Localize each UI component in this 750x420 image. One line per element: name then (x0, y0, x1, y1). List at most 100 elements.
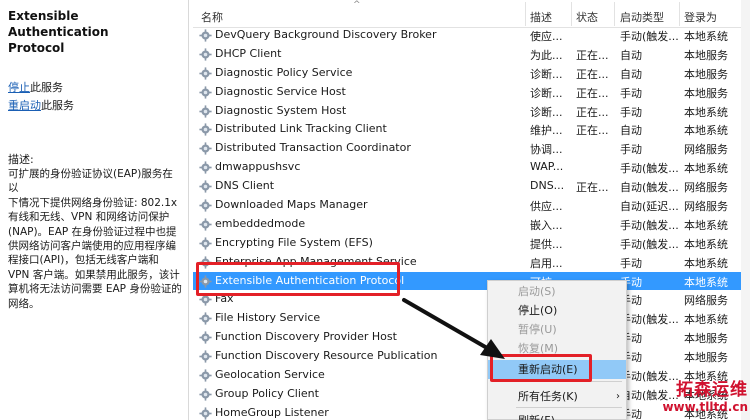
restart-service-link[interactable]: 重启动 (8, 99, 41, 112)
service-gear-icon (199, 29, 212, 42)
description-line: 供网络访问客户端使用的应用程序编 (8, 240, 176, 253)
service-title-line-1: Extensible Authentication (8, 9, 109, 39)
column-header-name[interactable]: 名称 (201, 9, 223, 25)
service-gear-icon (199, 331, 212, 344)
service-description: DNS... (530, 179, 565, 193)
table-header: 名称 ^ 描述 状态 启动类型 登录为 (193, 0, 750, 28)
table-row[interactable]: Function Discovery Resource Publication发… (193, 347, 750, 366)
service-gear-icon (199, 369, 212, 382)
service-status: 正在... (576, 124, 609, 138)
context-menu-item-label: 所有任务(K) (518, 390, 578, 403)
service-startup-type: 手动 (620, 105, 642, 119)
context-menu-item[interactable]: 暂停(U) (488, 320, 626, 339)
service-title-line-2: Protocol (8, 41, 65, 55)
services-table: 名称 ^ 描述 状态 启动类型 登录为 DevQuery Background … (193, 0, 750, 420)
description-line: 有线和无线、VPN 和网络访问保护 (8, 211, 170, 224)
service-title: Extensible Authentication Protocol (8, 8, 182, 56)
service-name: DNS Client (215, 179, 275, 193)
column-header-description[interactable]: 描述 (530, 9, 552, 25)
context-menu-item[interactable]: 刷新(F) (488, 411, 626, 420)
table-row[interactable]: Distributed Transaction Coordinator 协调...… (193, 139, 750, 158)
context-menu-separator (516, 407, 622, 408)
table-row[interactable]: File History Service将用...手动(触发...本地系统 (193, 309, 750, 328)
description-text: 可扩展的身份验证协议(EAP)服务在以 下情况下提供网络身份验证: 802.1x 有… (8, 167, 182, 311)
description-line: (NAP)。EAP 在身份验证过程中也提 (8, 225, 177, 238)
context-menu-item[interactable]: 所有任务(K) › (488, 387, 626, 406)
context-menu-item-label: 刷新(F) (518, 414, 555, 420)
service-status: 正在... (576, 105, 609, 119)
table-row[interactable]: Diagnostic System Host 诊断... 正在... 手动 本地系统 (193, 102, 750, 121)
table-row[interactable]: Function Discovery Provider HostFDP...手动… (193, 328, 750, 347)
column-header-logon-as[interactable]: 登录为 (684, 9, 717, 25)
column-separator[interactable] (571, 2, 572, 26)
service-name: Distributed Link Tracking Client (215, 122, 387, 136)
service-gear-icon (199, 388, 212, 401)
service-name: Geolocation Service (215, 368, 325, 382)
service-startup-type: 手动(触发... (620, 162, 679, 176)
service-gear-icon (199, 237, 212, 250)
service-description: 使应... (530, 30, 563, 43)
description-label: 描述: (8, 153, 34, 166)
table-row[interactable]: dmwappushsvc WAP... 手动(触发... 本地系统 (193, 158, 750, 177)
services-list: DevQuery Background Discovery Broker 使应..… (193, 26, 750, 420)
highlight-box-selected-service (196, 262, 400, 296)
service-gear-icon (199, 180, 212, 193)
service-gear-icon (199, 86, 212, 99)
watermark-brand: 拓森运维 (676, 380, 748, 400)
service-startup-type: 自动(触发... (620, 181, 679, 195)
table-row[interactable]: Encrypting File System (EFS) 提供... 手动(触发..… (193, 234, 750, 253)
table-row[interactable]: DevQuery Background Discovery Broker 使应..… (193, 26, 750, 45)
table-row[interactable]: DHCP Client 为此... 正在... 自动 本地服务 (193, 45, 750, 64)
table-row[interactable]: Diagnostic Policy Service 诊断... 正在... 自动 本地服… (193, 64, 750, 83)
watermark: 拓森运维 www.tlltd.cn (642, 380, 750, 420)
service-startup-type: 自动(延迟... (620, 200, 679, 214)
description-line: 可扩展的身份验证协议(EAP)服务在以 (8, 168, 173, 195)
service-name: Diagnostic Policy Service (215, 65, 353, 79)
table-row[interactable]: embeddedmode 嵌入... 手动(触发... 本地系统 (193, 215, 750, 234)
service-startup-type: 手动(触发... (620, 313, 679, 327)
context-menu-item[interactable]: 停止(O) (488, 301, 626, 320)
table-row[interactable]: DNS Client DNS... 正在... 自动(触发... 网络服务 (193, 177, 750, 196)
service-startup-type: 手动(触发... (620, 218, 679, 232)
service-name: DevQuery Background Discovery Broker (215, 28, 437, 41)
service-description: 诊断... (530, 67, 563, 81)
description-line: 下情况下提供网络身份验证: 802.1x (8, 196, 178, 209)
watermark-url: www.tlltd.cn (662, 400, 748, 414)
column-header-startup-type[interactable]: 启动类型 (620, 9, 664, 25)
stop-service-link[interactable]: 停止 (8, 81, 30, 94)
description-line: 程接口(API)，包括无线客户端和 (8, 254, 159, 267)
service-startup-type: 自动 (620, 124, 642, 138)
service-name: dmwappushsvc (215, 160, 301, 174)
column-separator[interactable] (679, 2, 680, 26)
service-gear-icon (199, 142, 212, 155)
service-startup-type: 手动 (620, 256, 642, 270)
service-name: embeddedmode (215, 216, 306, 230)
sort-ascending-icon: ^ (353, 0, 361, 10)
service-gear-icon (199, 407, 212, 420)
service-description-pane: Extensible Authentication Protocol 停止此服务… (0, 0, 188, 420)
service-status: 正在... (576, 181, 609, 195)
service-startup-type: 手动 (620, 294, 642, 308)
service-description: 嵌入... (530, 218, 563, 232)
service-startup-type: 手动(触发... (620, 237, 679, 251)
column-separator[interactable] (525, 2, 526, 26)
service-description: 提供... (530, 237, 563, 251)
restart-service-line: 重启动此服务 (8, 98, 182, 114)
pane-divider[interactable] (188, 0, 189, 420)
service-gear-icon (199, 199, 212, 212)
context-menu-item[interactable]: 启动(S) (488, 282, 626, 301)
stop-service-suffix: 此服务 (30, 81, 63, 94)
service-gear-icon (199, 67, 212, 80)
service-gear-icon (199, 312, 212, 325)
column-separator[interactable] (614, 2, 615, 26)
service-name: DHCP Client (215, 46, 282, 60)
service-startup-type: 自动 (620, 67, 642, 81)
table-row[interactable]: Distributed Link Tracking Client 维护... 正在.… (193, 120, 750, 139)
service-name: Function Discovery Provider Host (215, 330, 397, 344)
column-header-status[interactable]: 状态 (576, 9, 598, 25)
service-gear-icon (199, 161, 212, 174)
table-row[interactable]: Diagnostic Service Host 诊断... 正在... 手动 本地服务 (193, 83, 750, 102)
vertical-scrollbar[interactable] (741, 0, 750, 420)
table-row[interactable]: Downloaded Maps Manager 供应... 自动(延迟... 网络服务 (193, 196, 750, 215)
service-name: Distributed Transaction Coordinator (215, 141, 411, 155)
